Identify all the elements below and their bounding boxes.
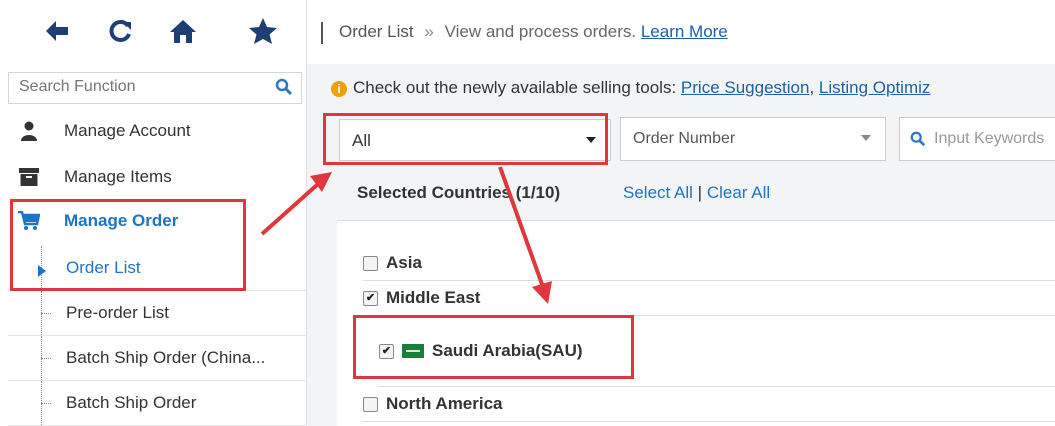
arrow-to-select xyxy=(260,182,320,236)
arrow-head xyxy=(532,281,552,304)
arrow-to-saudi xyxy=(498,166,545,288)
annotation-arrows xyxy=(260,166,552,304)
